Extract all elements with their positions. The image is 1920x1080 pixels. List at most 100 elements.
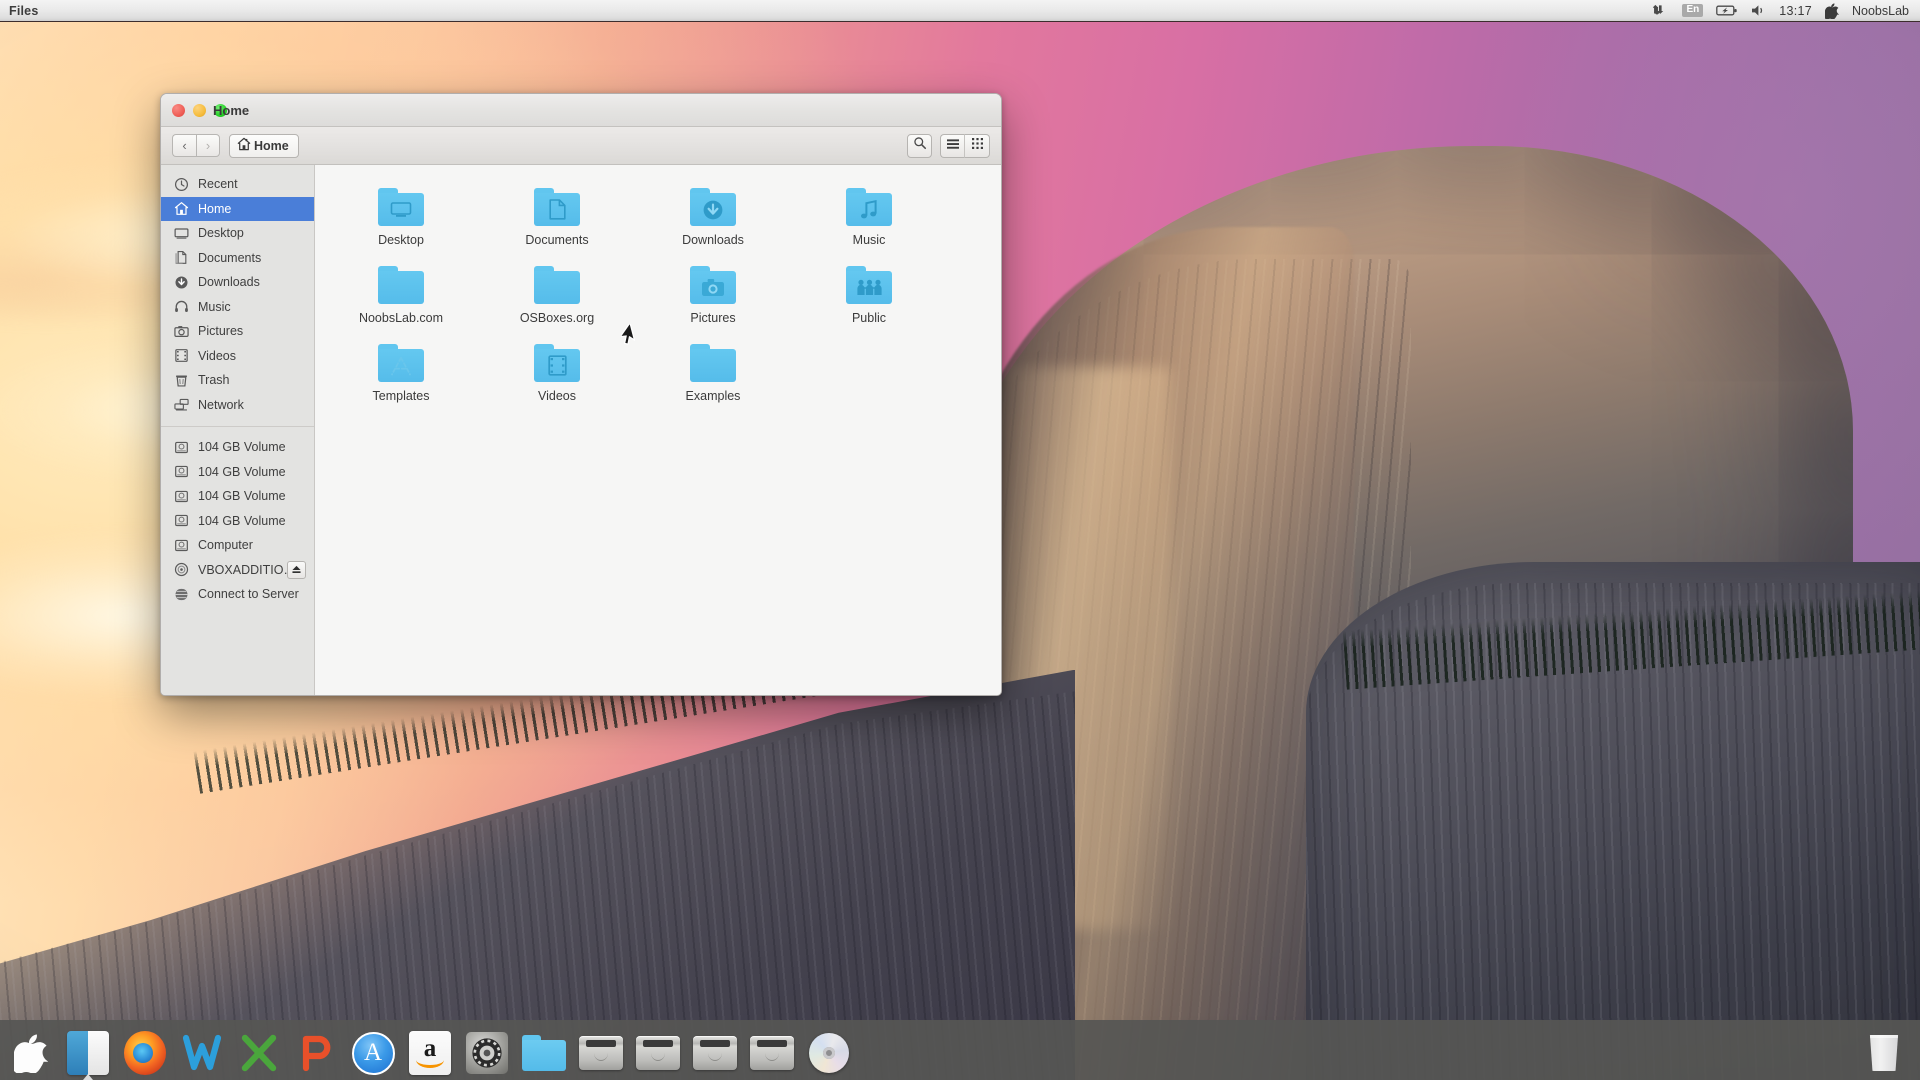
minimize-button[interactable] [193,104,206,117]
dock-drive-1[interactable] [575,1024,627,1076]
sidebar-item-label: 104 GB Volume [198,465,286,479]
download-emblem-icon [690,193,736,226]
dock-firefox[interactable] [119,1024,171,1076]
dock: A a [0,1020,1920,1080]
drive-icon [173,537,189,553]
file-label: NoobsLab.com [359,311,443,325]
panel-clock[interactable]: 13:17 [1779,4,1812,18]
sidebar-item-trash[interactable]: Trash [161,368,314,393]
file-item-videos[interactable]: Videos [479,335,635,403]
back-button[interactable]: ‹ [172,134,196,157]
trash-icon [1861,1030,1907,1076]
top-panel: Files En 13:17 [0,0,1920,22]
sidebar-item-volume-1[interactable]: 104 GB Volume [161,435,314,460]
firefox-icon [122,1030,168,1076]
sidebar-item-connect-to-server[interactable]: Connect to Server [161,582,314,607]
video-emblem-icon [534,349,580,382]
panel-indicator-area: En 13:17 NoobsLab [1653,3,1920,19]
window-titlebar[interactable]: Home [161,94,1001,127]
files-icon [521,1030,567,1076]
sidebar-item-label: Home [198,202,231,216]
sidebar-item-label: Music [198,300,231,314]
dock-apple-logo[interactable] [5,1024,57,1076]
window-body: Recent Home Desktop Documents [161,165,1001,695]
file-item-music[interactable]: Music [791,179,947,247]
sidebar-item-volume-4[interactable]: 104 GB Volume [161,509,314,534]
sidebar-item-label: Pictures [198,324,243,338]
sidebar-item-music[interactable]: Music [161,295,314,320]
dock-writer[interactable] [176,1024,228,1076]
dock-app-store[interactable]: A [347,1024,399,1076]
drive-icon [749,1030,795,1076]
breadcrumb-home[interactable]: Home [229,134,299,158]
close-button[interactable] [172,104,185,117]
sidebar-item-vboxadditions[interactable]: VBOXADDITIO… [161,558,314,583]
search-icon [913,136,927,155]
file-item-downloads[interactable]: Downloads [635,179,791,247]
file-label: Templates [373,389,430,403]
file-label: Desktop [378,233,424,247]
sidebar-item-label: Computer [198,538,253,552]
sidebar-item-network[interactable]: Network [161,393,314,418]
dock-finder[interactable] [62,1024,114,1076]
forward-button[interactable]: › [196,134,220,157]
drive-icon [173,488,189,504]
dock-trash[interactable] [1858,1024,1910,1076]
eject-button[interactable] [287,561,306,579]
folder-icon [534,188,580,226]
documents-icon [173,250,189,266]
sidebar-item-recent[interactable]: Recent [161,172,314,197]
dock-drive-2[interactable] [632,1024,684,1076]
sidebar-item-label: 104 GB Volume [198,440,286,454]
panel-app-title[interactable]: Files [9,4,39,18]
file-item-noobslab[interactable]: NoobsLab.com [323,257,479,325]
sidebar-item-desktop[interactable]: Desktop [161,221,314,246]
apple-logo-icon[interactable] [1825,3,1839,19]
sidebar-item-videos[interactable]: Videos [161,344,314,369]
dock-optical-disc[interactable] [803,1024,855,1076]
apple-logo-icon [8,1030,54,1076]
sidebar-item-label: 104 GB Volume [198,489,286,503]
dock-files[interactable] [518,1024,570,1076]
sidebar-item-label: Documents [198,251,261,265]
sidebar-item-home[interactable]: Home [161,197,314,222]
document-emblem-icon [534,193,580,226]
file-item-templates[interactable]: Templates [323,335,479,403]
file-item-osboxes[interactable]: OSBoxes.org [479,257,635,325]
list-view-button[interactable] [940,134,965,158]
sidebar-item-computer[interactable]: Computer [161,533,314,558]
dock-calc[interactable] [233,1024,285,1076]
sidebar-item-pictures[interactable]: Pictures [161,319,314,344]
dock-drive-3[interactable] [689,1024,741,1076]
sidebar-item-downloads[interactable]: Downloads [161,270,314,295]
dock-system-settings[interactable] [461,1024,513,1076]
app-store-icon: A [350,1030,396,1076]
sidebar-item-volume-2[interactable]: 104 GB Volume [161,460,314,485]
dock-impress[interactable] [290,1024,342,1076]
battery-icon[interactable] [1716,4,1738,17]
file-item-documents[interactable]: Documents [479,179,635,247]
grid-view-button[interactable] [965,134,990,158]
sidebar-item-volume-3[interactable]: 104 GB Volume [161,484,314,509]
globe-icon [173,586,189,602]
file-list-area[interactable]: Desktop Documents [315,165,1001,695]
sidebar-item-label: Videos [198,349,236,363]
volume-icon[interactable] [1751,4,1766,17]
dock-amazon[interactable]: a [404,1024,456,1076]
folder-icon [846,188,892,226]
dock-drive-4[interactable] [746,1024,798,1076]
file-item-desktop[interactable]: Desktop [323,179,479,247]
file-item-pictures[interactable]: Pictures [635,257,791,325]
sidebar-item-label: Desktop [198,226,244,240]
optical-disc-icon [806,1030,852,1076]
network-icon[interactable] [1653,4,1669,17]
file-item-public[interactable]: Public [791,257,947,325]
file-label: Public [852,311,886,325]
folder-icon [378,344,424,382]
list-view-icon [946,137,960,155]
search-button[interactable] [907,134,932,158]
keyboard-layout-indicator[interactable]: En [1682,4,1703,17]
panel-username[interactable]: NoobsLab [1852,4,1909,18]
file-item-examples[interactable]: Examples [635,335,791,403]
sidebar-item-documents[interactable]: Documents [161,246,314,271]
